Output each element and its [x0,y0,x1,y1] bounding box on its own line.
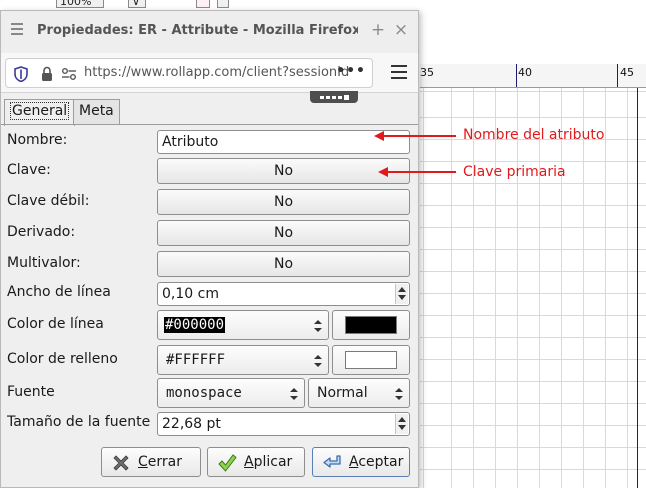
toolbar-icon-fragment[interactable] [217,0,229,8]
lock-icon[interactable] [41,66,53,86]
annotation-arrow-clave [388,171,456,173]
enter-arrow-icon [322,453,342,473]
annotation-clave-text: Clave primaria [463,164,566,180]
window-title: Propiedades: ER - Attribute - Mozilla Fi… [37,23,358,38]
clave-debil-label: Clave débil: [7,193,90,209]
ruler-label: 35 [420,66,434,79]
derivado-toggle-button[interactable]: No [157,220,410,246]
ancho-linea-label: Ancho de línea [7,284,111,300]
checkmark-icon [217,453,237,473]
aceptar-button[interactable]: Aceptar [312,447,410,477]
tamano-fuente-label: Tamaño de la fuente [7,414,151,430]
clave-label: Clave: [7,162,51,178]
combo-arrows-icon [395,388,403,400]
multivalor-label: Multivalor: [7,255,81,271]
browser-urlbar: https://www.rollapp.com/client?sessionId… [1,53,418,93]
close-window-button[interactable]: × [392,21,410,39]
browser-menu-icon[interactable] [391,65,407,81]
annotation-nombre-text: Nombre del atributo [463,127,605,143]
annotation-arrowhead [374,131,384,141]
aplicar-button[interactable]: Aplicar [207,447,305,477]
ruler-label: 40 [518,66,532,79]
fuente-style-value: Normal [317,385,368,401]
aplicar-label-rest: plicar [253,454,293,470]
dropdown-fragment[interactable]: ∨ [128,0,146,8]
ancho-linea-value: 0,10 cm [162,286,219,302]
url-field[interactable]: https://www.rollapp.com/client?sessionId… [5,58,373,88]
ruler-mark-line [516,64,517,87]
fuente-style-combo[interactable]: Normal [308,378,410,408]
url-text: https://www.rollapp.com/client?sessionId… [84,65,350,80]
combo-arrows-icon [314,320,322,332]
color-linea-label: Color de línea [7,316,104,332]
aceptar-mnemonic: A [349,454,359,470]
ancho-linea-spinbox[interactable]: 0,10 cm [157,282,410,306]
window-menu-icon[interactable] [11,23,23,35]
clave-toggle-button[interactable]: No [157,158,410,184]
page-border-line [637,88,638,488]
window-titlebar[interactable]: Propiedades: ER - Attribute - Mozilla Fi… [1,11,418,53]
color-linea-swatch-button[interactable] [332,310,410,340]
color-relleno-label: Color de relleno [7,351,118,367]
spin-arrows-icon[interactable] [395,414,408,434]
cerrar-mnemonic: C [138,454,148,470]
nombre-label: Nombre: [7,132,68,148]
color-linea-value: #000000 [164,317,226,333]
multivalor-toggle-button[interactable]: No [157,251,410,277]
background-toolbar-strip: 100% ∨ [0,0,646,10]
tamano-fuente-spinbox[interactable]: 22,68 pt [157,412,410,436]
cerrar-label-rest: errar [147,454,182,470]
tab-divider [1,124,418,125]
combo-arrows-icon [314,355,322,367]
maximize-button[interactable]: + [369,21,387,39]
color-linea-combo[interactable]: #000000 [157,310,329,340]
page-actions-icon[interactable]: ••• [336,63,366,79]
fuente-label: Fuente [7,384,55,400]
annotation-arrowhead [378,167,388,177]
color-relleno-swatch-button[interactable] [332,345,410,375]
fuente-family-combo[interactable]: monospace [157,378,305,408]
close-x-icon [111,453,131,473]
color-relleno-value: #FFFFFF [166,352,226,368]
cerrar-button[interactable]: Cerrar [101,447,201,477]
color-relleno-combo[interactable]: #FFFFFF [157,345,329,375]
tab-bar: General Meta [1,95,418,126]
ruler-mark-line [617,64,618,87]
aceptar-label-rest: ceptar [358,454,404,470]
fuente-family-value: monospace [166,385,242,401]
aplicar-mnemonic: A [244,454,254,470]
tamano-fuente-value: 22,68 pt [162,416,221,432]
permissions-icon[interactable] [61,66,77,86]
horizontal-ruler: 35 40 45 [420,64,646,88]
annotation-arrow-nombre [384,135,456,137]
spin-arrows-icon[interactable] [395,284,408,304]
nombre-input[interactable]: Atributo [157,130,410,154]
color-linea-swatch [345,316,397,334]
toolbar-icon-fragment[interactable] [196,0,210,8]
shield-icon[interactable] [14,66,28,86]
clave-debil-toggle-button[interactable]: No [157,189,410,215]
properties-dialog: Propiedades: ER - Attribute - Mozilla Fi… [0,10,419,488]
zoom-combo-fragment[interactable]: 100% [56,0,104,8]
diagram-canvas-grid[interactable] [420,88,646,488]
color-relleno-swatch [345,351,397,369]
tab-meta[interactable]: Meta [73,99,120,125]
tab-general[interactable]: General [4,99,76,126]
combo-arrows-icon [290,388,298,400]
derivado-label: Derivado: [7,224,76,240]
ruler-label: 45 [620,66,634,79]
